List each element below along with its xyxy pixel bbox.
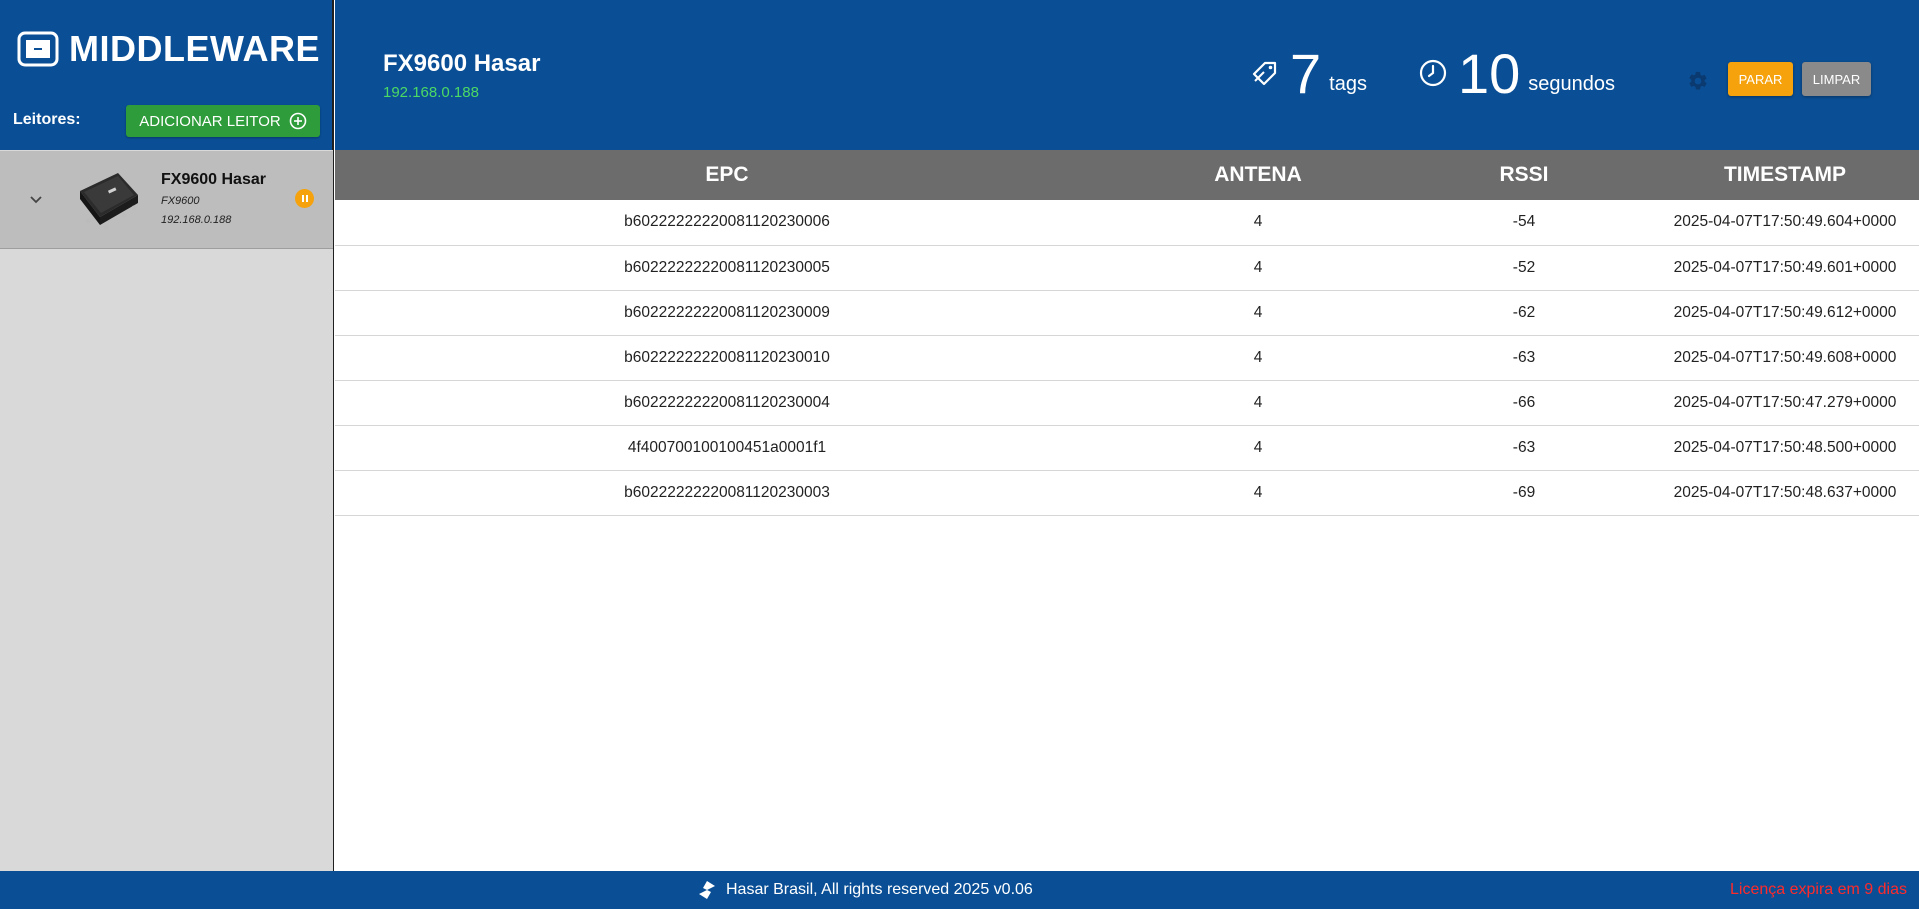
column-header-timestamp[interactable]: TIMESTAMP bbox=[1651, 150, 1919, 200]
tags-count: 7 bbox=[1290, 42, 1322, 105]
reader-model: FX9600 bbox=[161, 195, 200, 207]
table-row: b60222222220081120230005 4 -52 2025-04-0… bbox=[335, 245, 1919, 291]
rssi-cell: -66 bbox=[1397, 380, 1651, 426]
reader-ip: 192.168.0.188 bbox=[161, 214, 232, 226]
readers-label: Leitores: bbox=[13, 111, 81, 128]
timestamp-cell: 2025-04-07T17:50:47.279+0000 bbox=[1651, 380, 1919, 426]
table-row: b60222222220081120230006 4 -54 2025-04-0… bbox=[335, 200, 1919, 246]
brand-logo-icon bbox=[17, 31, 59, 67]
timestamp-cell: 2025-04-07T17:50:49.601+0000 bbox=[1651, 245, 1919, 291]
timestamp-cell: 2025-04-07T17:50:49.604+0000 bbox=[1651, 200, 1919, 246]
sidebar-header: MIDDLEWARE Leitores: ADICIONAR LEITOR bbox=[0, 0, 333, 150]
pause-icon[interactable] bbox=[295, 189, 314, 208]
add-circle-icon bbox=[289, 112, 307, 130]
reader-device-image bbox=[80, 173, 138, 230]
clear-button[interactable]: LIMPAR bbox=[1802, 62, 1871, 96]
epc-cell: b60222222220081120230004 bbox=[335, 380, 1119, 426]
antenna-cell: 4 bbox=[1119, 425, 1397, 471]
antenna-cell: 4 bbox=[1119, 380, 1397, 426]
add-reader-label: ADICIONAR LEITOR bbox=[139, 112, 281, 130]
timestamp-cell: 2025-04-07T17:50:48.500+0000 bbox=[1651, 425, 1919, 471]
rssi-cell: -69 bbox=[1397, 470, 1651, 516]
tags-table-container: EPC ANTENA RSSI TIMESTAMP b6022222222008… bbox=[335, 150, 1919, 516]
timestamp-cell: 2025-04-07T17:50:49.612+0000 bbox=[1651, 290, 1919, 336]
seconds-unit: segundos bbox=[1528, 73, 1616, 95]
rssi-cell: -62 bbox=[1397, 290, 1651, 336]
rssi-cell: -63 bbox=[1397, 335, 1651, 381]
column-header-antenna[interactable]: ANTENA bbox=[1119, 150, 1397, 200]
seconds-counter: 10 segundos bbox=[1418, 46, 1615, 102]
footer: Hasar Brasil, All rights reserved 2025 v… bbox=[0, 871, 1919, 909]
table-header: EPC ANTENA RSSI TIMESTAMP bbox=[335, 150, 1919, 200]
epc-cell: b60222222220081120230006 bbox=[335, 200, 1119, 246]
tags-table: EPC ANTENA RSSI TIMESTAMP b6022222222008… bbox=[335, 150, 1919, 516]
clock-icon bbox=[1419, 59, 1447, 87]
tags-counter: 7 tags bbox=[1250, 46, 1367, 102]
rssi-cell: -52 bbox=[1397, 245, 1651, 291]
reader-list-item[interactable]: FX9600 Hasar FX9600 192.168.0.188 bbox=[0, 151, 333, 249]
epc-cell: b60222222220081120230005 bbox=[335, 245, 1119, 291]
copyright-text: Hasar Brasil, All rights reserved 2025 v… bbox=[726, 881, 1033, 898]
antenna-cell: 4 bbox=[1119, 470, 1397, 516]
table-row: b60222222220081120230004 4 -66 2025-04-0… bbox=[335, 380, 1919, 426]
table-row: 4f400700100100451a0001f1 4 -63 2025-04-0… bbox=[335, 425, 1919, 471]
epc-cell: b60222222220081120230009 bbox=[335, 290, 1119, 336]
reader-ip-address: 192.168.0.188 bbox=[383, 84, 479, 101]
tag-icon bbox=[1252, 61, 1277, 86]
chevron-down-icon[interactable] bbox=[28, 192, 44, 208]
antenna-cell: 4 bbox=[1119, 200, 1397, 246]
license-warning: Licença expira em 9 dias bbox=[1730, 881, 1907, 898]
timestamp-cell: 2025-04-07T17:50:48.637+0000 bbox=[1651, 470, 1919, 516]
rssi-cell: -54 bbox=[1397, 200, 1651, 246]
footer-copyright: Hasar Brasil, All rights reserved 2025 v… bbox=[697, 880, 1033, 900]
table-row: b60222222220081120230010 4 -63 2025-04-0… bbox=[335, 335, 1919, 381]
brand: MIDDLEWARE bbox=[17, 28, 320, 70]
rssi-cell: -63 bbox=[1397, 425, 1651, 471]
reader-name: FX9600 Hasar bbox=[161, 171, 266, 188]
epc-cell: 4f400700100100451a0001f1 bbox=[335, 425, 1119, 471]
epc-cell: b60222222220081120230003 bbox=[335, 470, 1119, 516]
add-reader-button[interactable]: ADICIONAR LEITOR bbox=[126, 105, 320, 137]
table-row: b60222222220081120230009 4 -62 2025-04-0… bbox=[335, 290, 1919, 336]
column-header-rssi[interactable]: RSSI bbox=[1397, 150, 1651, 200]
hasar-logo-icon bbox=[699, 881, 715, 899]
gear-icon[interactable] bbox=[1687, 70, 1709, 92]
table-body: b60222222220081120230006 4 -54 2025-04-0… bbox=[335, 200, 1919, 516]
header: FX9600 Hasar 192.168.0.188 7 tags 10 seg… bbox=[335, 0, 1919, 150]
stop-button[interactable]: PARAR bbox=[1728, 62, 1793, 96]
column-header-epc[interactable]: EPC bbox=[335, 150, 1119, 200]
epc-cell: b60222222220081120230010 bbox=[335, 335, 1119, 381]
timestamp-cell: 2025-04-07T17:50:49.608+0000 bbox=[1651, 335, 1919, 381]
page-title: FX9600 Hasar bbox=[383, 50, 541, 77]
antenna-cell: 4 bbox=[1119, 245, 1397, 291]
table-row: b60222222220081120230003 4 -69 2025-04-0… bbox=[335, 470, 1919, 516]
sidebar: MIDDLEWARE Leitores: ADICIONAR LEITOR FX… bbox=[0, 0, 334, 871]
tags-unit: tags bbox=[1329, 73, 1367, 95]
antenna-cell: 4 bbox=[1119, 290, 1397, 336]
antenna-cell: 4 bbox=[1119, 335, 1397, 381]
brand-name: MIDDLEWARE bbox=[69, 28, 320, 69]
seconds-count: 10 bbox=[1458, 42, 1521, 105]
